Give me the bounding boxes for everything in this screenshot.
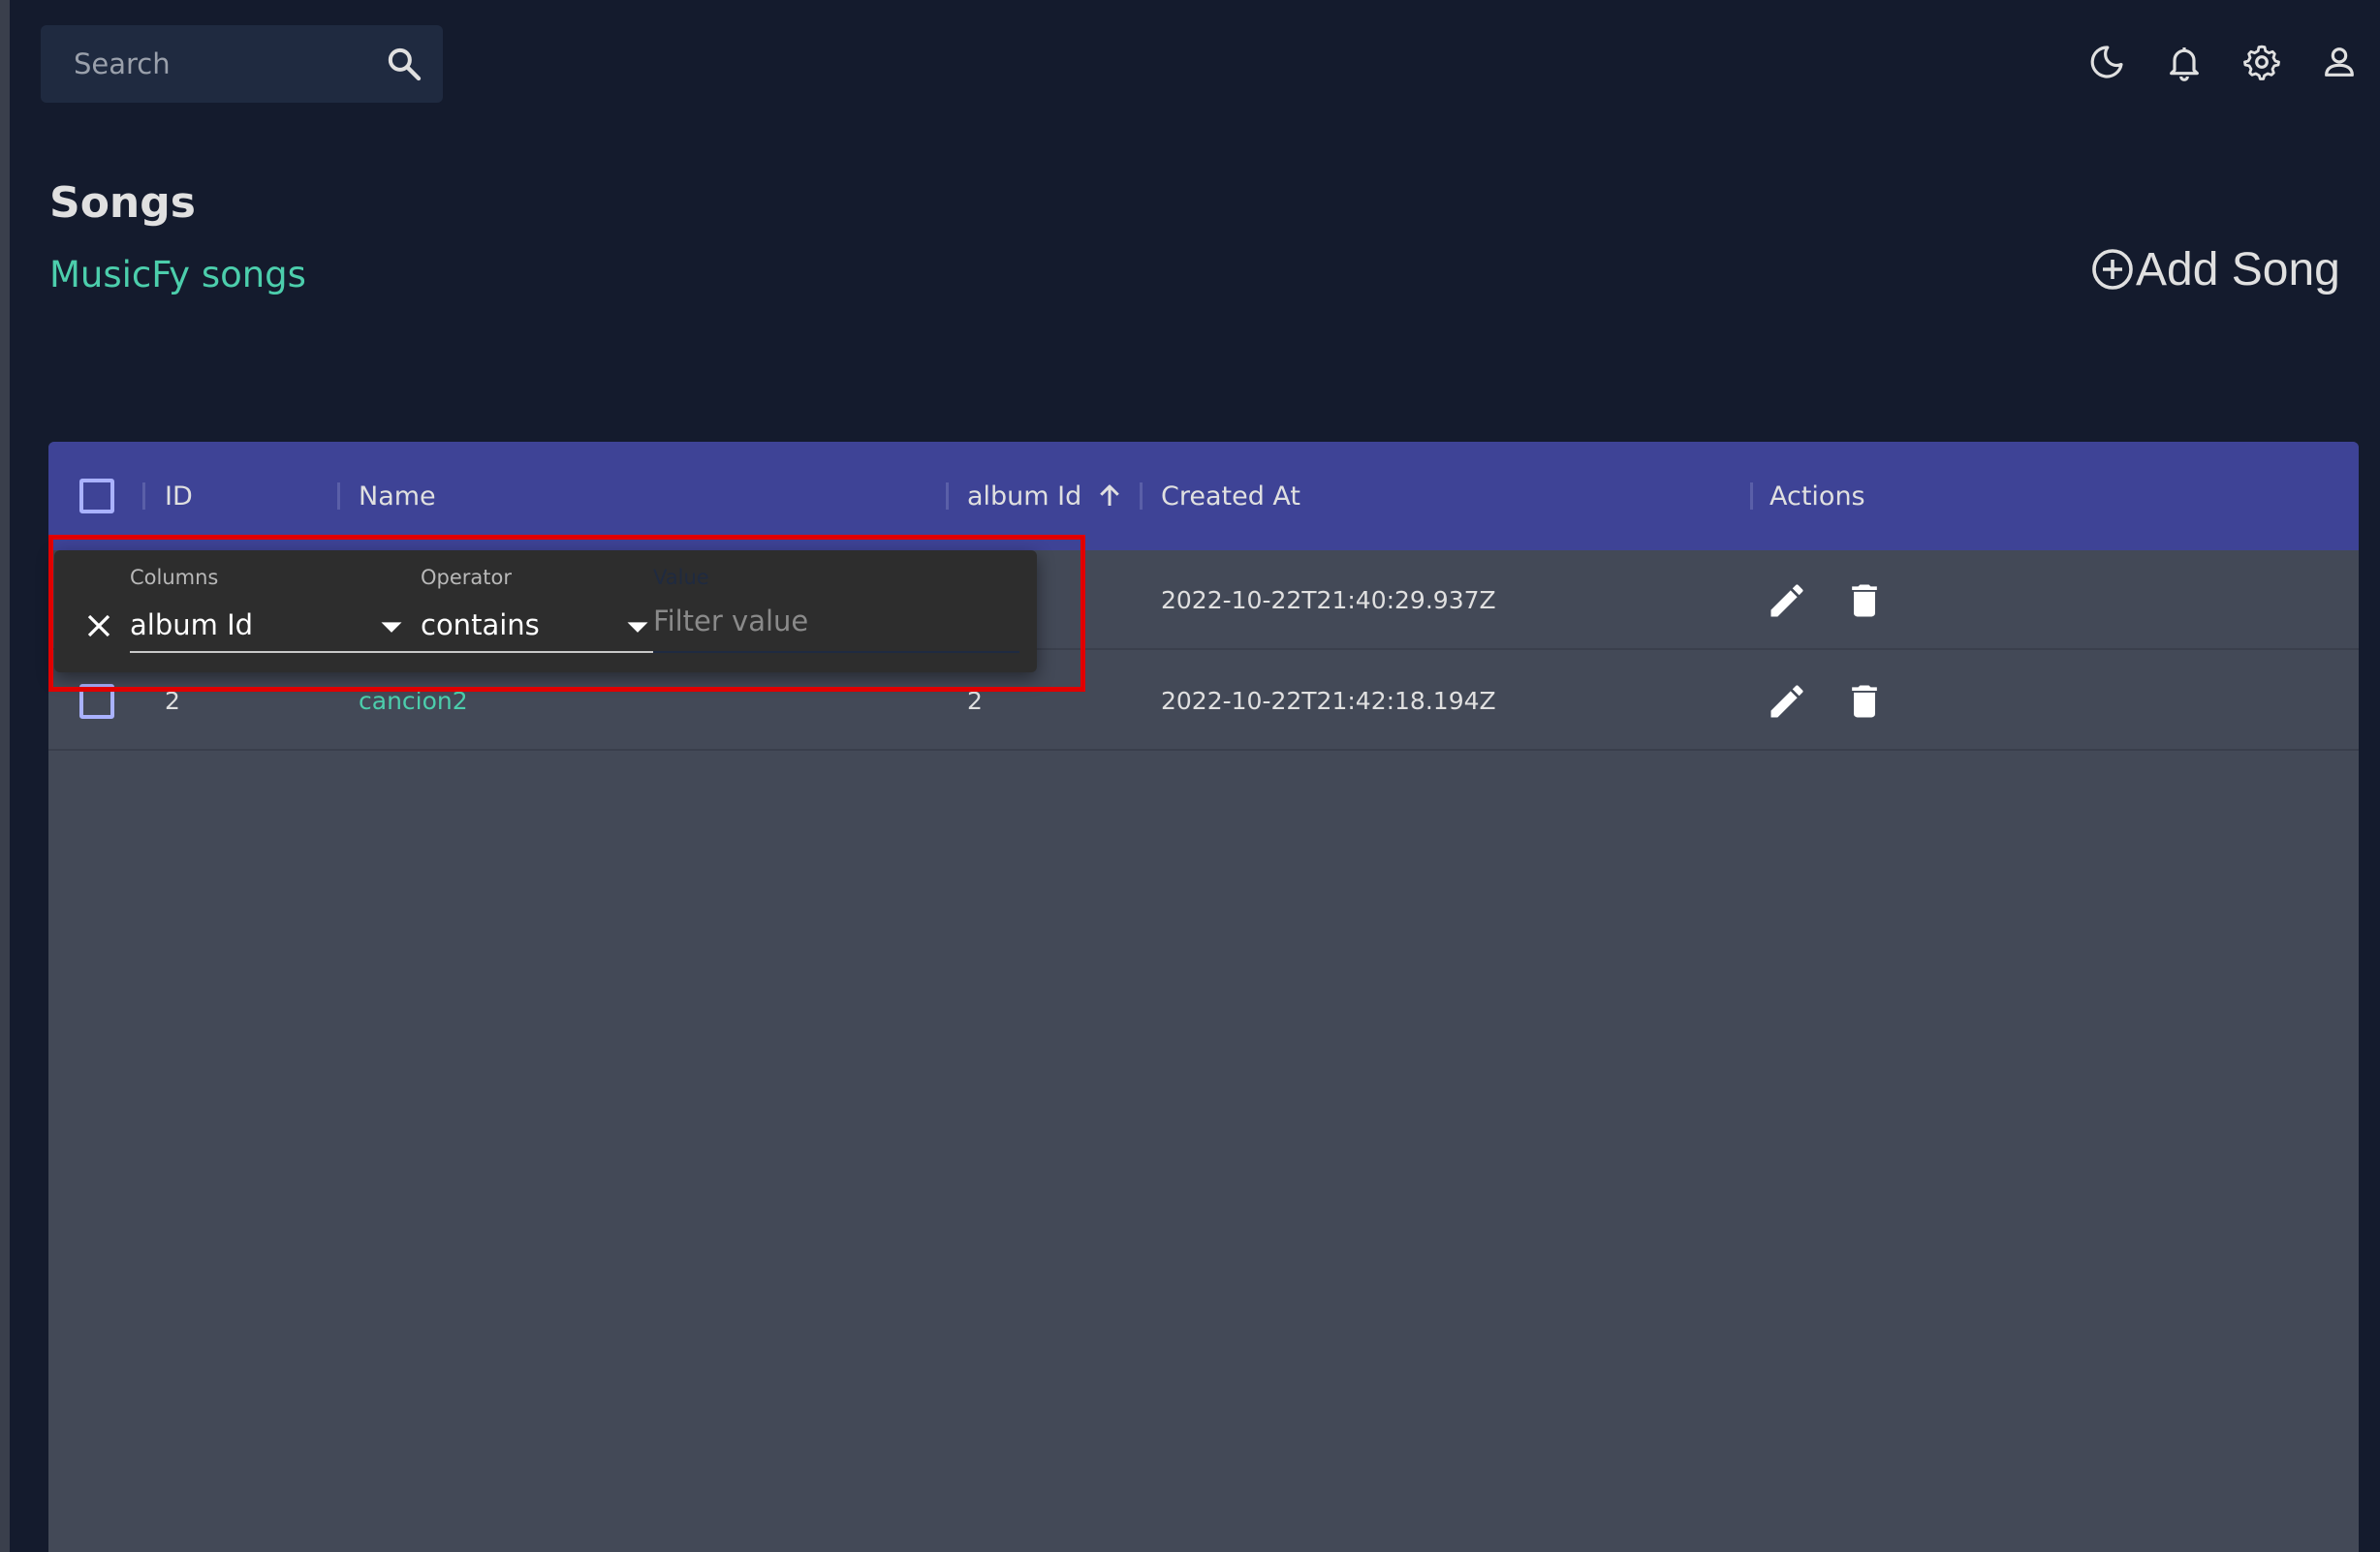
add-circle-icon <box>2089 246 2136 293</box>
filter-columns-label: Columns <box>130 566 219 589</box>
filter-value-label: Value <box>653 566 709 589</box>
chevron-down-icon <box>627 622 648 633</box>
gear-icon <box>2243 45 2280 80</box>
column-header-actions: Actions <box>1769 442 1865 550</box>
search-icon <box>388 47 422 81</box>
search-button[interactable] <box>383 43 425 85</box>
filter-value-field: Value <box>653 550 1021 667</box>
user-icon <box>2325 47 2354 77</box>
filter-operator-select[interactable]: Operator contains <box>421 550 653 667</box>
column-separator[interactable] <box>1140 482 1143 510</box>
filter-columns-underline <box>130 651 421 653</box>
column-header-album-id[interactable]: album Id <box>967 442 1124 550</box>
sort-ascending-icon[interactable] <box>1095 481 1124 511</box>
add-song-label: Add Song <box>2136 243 2340 295</box>
column-header-label: Name <box>359 481 436 512</box>
moon-icon <box>2090 46 2123 78</box>
filter-operator-underline <box>421 651 653 653</box>
trash-icon <box>1852 584 1877 617</box>
filter-value-input[interactable] <box>653 605 1021 637</box>
page-subtitle: MusicFy songs <box>49 254 306 295</box>
cell-created-at: 2022-10-22T21:42:18.194Z <box>1161 687 1496 715</box>
theme-toggle-button[interactable] <box>2087 35 2126 89</box>
search-input[interactable] <box>72 47 382 81</box>
trash-icon <box>1852 685 1877 718</box>
bell-icon <box>2170 47 2199 81</box>
delete-button[interactable] <box>1835 672 1894 730</box>
row-checkbox[interactable] <box>79 684 114 719</box>
column-header-id[interactable]: ID <box>165 442 193 550</box>
filter-panel: Columns album Id Operator contains Value <box>54 550 1037 672</box>
column-header-label: ID <box>165 481 193 512</box>
column-header-label: album Id <box>967 481 1082 512</box>
filter-operator-label: Operator <box>421 566 512 589</box>
column-separator[interactable] <box>1750 482 1753 510</box>
chevron-down-icon <box>381 622 402 633</box>
page-title: Songs <box>49 178 196 228</box>
select-all-checkbox[interactable] <box>79 479 114 513</box>
top-bar-icons <box>2087 35 2359 89</box>
delete-button[interactable] <box>1835 572 1894 630</box>
column-header-label: Actions <box>1769 481 1865 512</box>
grid-header: ID Name album Id Created At Actions <box>48 442 2359 550</box>
settings-button[interactable] <box>2242 35 2281 89</box>
pencil-icon <box>1770 584 1803 617</box>
filter-columns-value: album Id <box>130 608 254 641</box>
left-edge <box>0 0 10 1552</box>
pencil-icon <box>1770 685 1803 718</box>
filter-columns-select[interactable]: Columns album Id <box>130 550 421 667</box>
filter-value-underline <box>653 651 1019 653</box>
search-bar <box>41 25 443 103</box>
remove-filter-button[interactable] <box>78 605 120 647</box>
column-header-created-at[interactable]: Created At <box>1161 442 1300 550</box>
notifications-button[interactable] <box>2165 35 2204 89</box>
add-song-button[interactable]: Add Song <box>2089 240 2340 298</box>
edit-button[interactable] <box>1758 572 1816 630</box>
column-header-name[interactable]: Name <box>359 442 436 550</box>
column-separator[interactable] <box>142 482 145 510</box>
filter-operator-value: contains <box>421 608 540 641</box>
close-icon <box>87 614 110 637</box>
column-header-label: Created At <box>1161 481 1301 512</box>
edit-button[interactable] <box>1758 672 1816 730</box>
cell-created-at: 2022-10-22T21:40:29.937Z <box>1161 586 1496 614</box>
profile-button[interactable] <box>2320 35 2359 89</box>
column-separator[interactable] <box>946 482 949 510</box>
column-separator[interactable] <box>337 482 340 510</box>
